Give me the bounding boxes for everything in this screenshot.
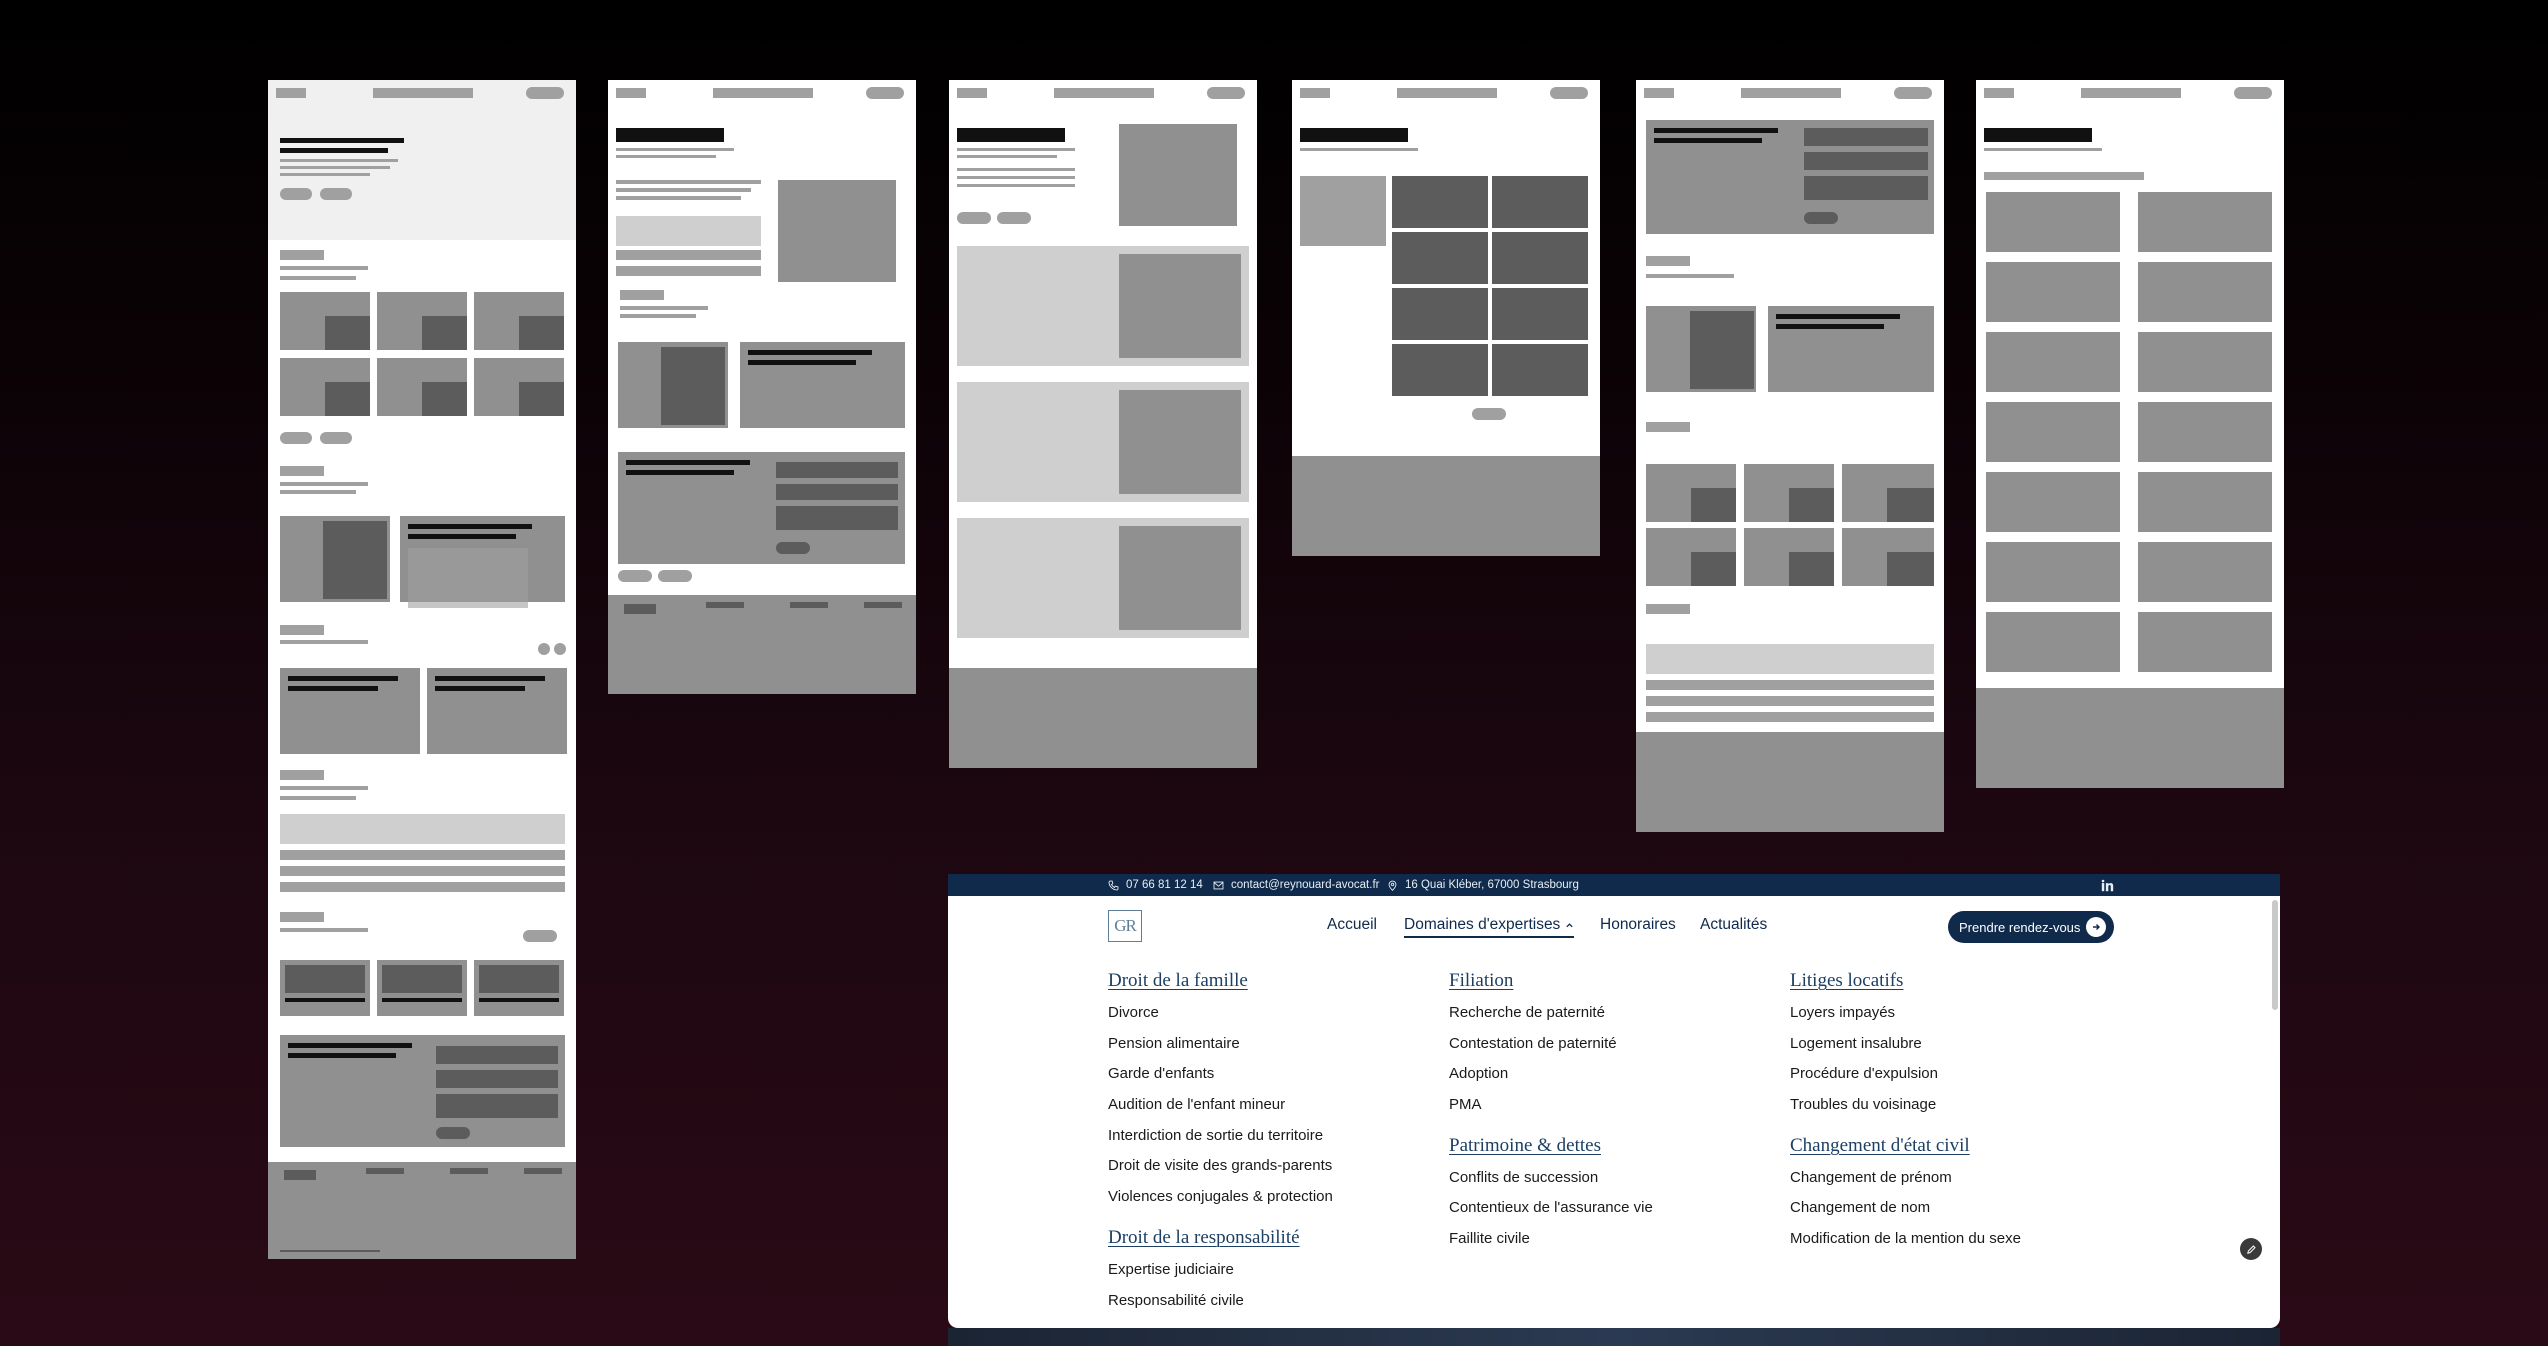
menu-link[interactable]: Violences conjugales & protection — [1108, 1182, 1333, 1213]
nav-fees[interactable]: Honoraires — [1600, 896, 1676, 954]
location-pin-icon — [1388, 880, 1397, 891]
menu-title-liability-law[interactable]: Droit de la responsabilité — [1108, 1227, 1333, 1249]
chevron-up-icon — [1566, 922, 1573, 927]
menu-link[interactable]: Changement de prénom — [1790, 1163, 2021, 1194]
topbar-phone-text: 07 66 81 12 14 — [1126, 879, 1203, 891]
phone-icon — [1108, 880, 1119, 890]
nav-expertises[interactable]: Domaines d'expertises — [1404, 914, 1575, 938]
topbar-address-text: 16 Quai Kléber, 67000 Strasbourg — [1405, 879, 1579, 891]
logo-mark: GR — [1114, 916, 1137, 935]
menu-link[interactable]: Procédure d'expulsion — [1790, 1059, 2021, 1090]
scrollbar[interactable] — [2272, 900, 2278, 1010]
site-preview-hero-strip — [948, 1328, 2280, 1346]
menu-link[interactable]: Conflits de succession — [1449, 1163, 1653, 1194]
site-logo[interactable]: GR — [1108, 910, 1142, 942]
menu-column-1: Droit de la famille Divorce Pension alim… — [1108, 970, 1333, 1316]
wireframe-fees-page — [1636, 80, 1944, 832]
menu-link[interactable]: Interdiction de sortie du territoire — [1108, 1121, 1333, 1152]
menu-title-rental-disputes[interactable]: Litiges locatifs — [1790, 970, 2021, 992]
menu-link[interactable]: Droit de visite des grands-parents — [1108, 1151, 1333, 1182]
site-preview: 07 66 81 12 14 contact@reynouard-avocat.… — [948, 874, 2280, 1328]
menu-column-2: Filiation Recherche de paternité Contest… — [1449, 970, 1653, 1255]
menu-link[interactable]: Troubles du voisinage — [1790, 1090, 2021, 1121]
menu-link[interactable]: Audition de l'enfant mineur — [1108, 1090, 1333, 1121]
site-header: GR Accueil Domaines d'expertises Honorai… — [948, 896, 2280, 954]
nav-home[interactable]: Accueil — [1327, 896, 1377, 954]
wireframe-articles-page — [1976, 80, 2284, 788]
menu-link[interactable]: Pension alimentaire — [1108, 1029, 1333, 1060]
book-appointment-label: Prendre rendez-vous — [1959, 919, 2081, 935]
menu-link[interactable]: Divorce — [1108, 998, 1333, 1029]
menu-link[interactable]: Contentieux de l'assurance vie — [1449, 1193, 1653, 1224]
nav-expertises-label: Domaines d'expertises — [1404, 916, 1561, 933]
menu-link[interactable]: Responsabilité civile — [1108, 1286, 1333, 1317]
menu-link[interactable]: Changement de nom — [1790, 1193, 2021, 1224]
linkedin-icon[interactable] — [2101, 874, 2114, 896]
menu-title-civil-status[interactable]: Changement d'état civil — [1790, 1135, 2021, 1157]
wireframe-expertise-page — [608, 80, 916, 694]
wireframe-news-page — [1292, 80, 1600, 556]
menu-link[interactable]: Recherche de paternité — [1449, 998, 1653, 1029]
menu-link[interactable]: Contestation de paternité — [1449, 1029, 1653, 1060]
book-appointment-button[interactable]: Prendre rendez-vous — [1948, 911, 2114, 943]
menu-link[interactable]: Logement insalubre — [1790, 1029, 2021, 1060]
menu-link[interactable]: Faillite civile — [1449, 1224, 1653, 1255]
menu-link[interactable]: PMA — [1449, 1090, 1653, 1121]
topbar-address[interactable]: 16 Quai Kléber, 67000 Strasbourg — [1387, 874, 1579, 896]
menu-link[interactable]: Expertise judiciaire — [1108, 1255, 1333, 1286]
pencil-icon[interactable] — [2240, 1238, 2262, 1260]
menu-title-family-law[interactable]: Droit de la famille — [1108, 970, 1333, 992]
nav-news[interactable]: Actualités — [1700, 896, 1767, 954]
topbar-email[interactable]: contact@reynouard-avocat.fr — [1213, 874, 1379, 896]
topbar-email-text: contact@reynouard-avocat.fr — [1231, 879, 1380, 891]
topbar-phone[interactable]: 07 66 81 12 14 — [1108, 874, 1203, 896]
menu-link[interactable]: Garde d'enfants — [1108, 1059, 1333, 1090]
contact-topbar: 07 66 81 12 14 contact@reynouard-avocat.… — [948, 874, 2280, 896]
menu-link[interactable]: Adoption — [1449, 1059, 1653, 1090]
wireframe-list-page — [949, 80, 1257, 768]
menu-title-estate-debts[interactable]: Patrimoine & dettes — [1449, 1135, 1653, 1157]
menu-column-3: Litiges locatifs Loyers impayés Logement… — [1790, 970, 2021, 1255]
menu-link[interactable]: Modification de la mention du sexe — [1790, 1224, 2021, 1255]
wireframe-home — [268, 80, 576, 1259]
menu-title-filiation[interactable]: Filiation — [1449, 970, 1653, 992]
arrow-right-icon — [2086, 917, 2106, 937]
mail-icon — [1213, 881, 1224, 889]
menu-link[interactable]: Loyers impayés — [1790, 998, 2021, 1029]
